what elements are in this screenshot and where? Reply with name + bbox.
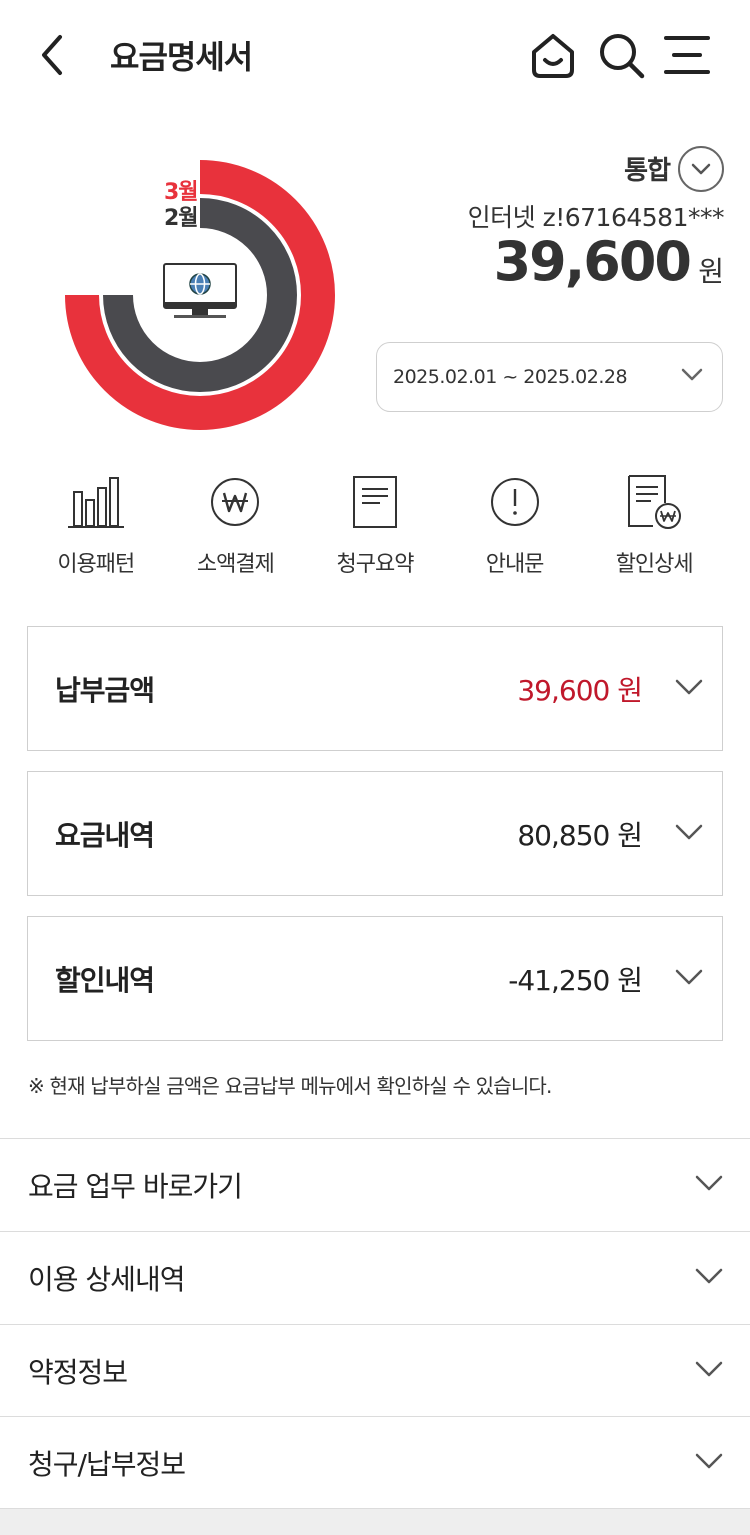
quick-bill-summary-label: 청구요약 (336, 552, 415, 577)
search-button[interactable] (594, 28, 648, 82)
payment-notice: ※ 현재 납부하실 금액은 요금납부 메뉴에서 확인하실 수 있습니다. (28, 1074, 552, 1098)
chevron-down-icon (675, 824, 703, 840)
app-header: 요금명세서 (0, 0, 750, 110)
back-button[interactable] (28, 28, 76, 82)
billing-period-select[interactable]: 2025.02.01 ~ 2025.02.28 (376, 342, 723, 412)
card-charge-detail-title: 요금내역 (55, 818, 155, 852)
home-icon (532, 34, 574, 78)
page-title: 요금명세서 (110, 38, 253, 76)
usage-donut: 3월 2월 (60, 160, 340, 430)
menu-icon (664, 36, 710, 74)
discount-document-icon (628, 475, 682, 529)
card-charge-detail[interactable]: 요금내역 80,850 원 (27, 771, 723, 896)
quick-micropayment-label: 소액결제 (196, 552, 275, 577)
total-amount: 39,600 (493, 230, 692, 293)
section-usage-detail-label: 이용 상세내역 (28, 1263, 185, 1296)
card-charge-detail-value: 80,850 원 (517, 818, 643, 852)
quick-notice-label: 안내문 (485, 552, 545, 577)
chevron-down-icon (695, 1361, 723, 1377)
section-contract-info-label: 약정정보 (28, 1356, 128, 1389)
chevron-down-icon (695, 1175, 723, 1191)
quick-usage-pattern-label: 이용패턴 (57, 552, 135, 577)
section-billing-payment-info-label: 청구/납부정보 (28, 1448, 186, 1481)
bottom-spacer (0, 1508, 750, 1535)
bar-chart-icon (67, 477, 124, 528)
billing-period-text: 2025.02.01 ~ 2025.02.28 (393, 366, 628, 388)
section-contract-info[interactable]: 약정정보 (0, 1324, 750, 1417)
total-amount-unit: 원 (698, 255, 724, 288)
account-number: 인터넷 z!67164581*** (467, 203, 725, 232)
service-select-button[interactable] (678, 146, 724, 192)
chevron-down-icon (691, 163, 711, 175)
card-discount-detail-title: 할인내역 (55, 963, 155, 997)
won-circle-icon (211, 478, 260, 526)
quick-notice[interactable]: 안내문 (445, 470, 585, 590)
internet-monitor-icon (163, 263, 237, 318)
quick-discount-detail[interactable]: 할인상세 (584, 470, 724, 590)
chevron-down-icon (675, 969, 703, 985)
quick-usage-pattern[interactable]: 이용패턴 (26, 470, 166, 590)
quick-discount-detail-label: 할인상세 (615, 552, 694, 577)
chevron-down-icon (675, 679, 703, 695)
section-billing-payment-info[interactable]: 청구/납부정보 (0, 1416, 750, 1509)
menu-button[interactable] (660, 28, 714, 82)
document-icon (352, 476, 397, 528)
card-discount-detail-value: -41,250 원 (508, 963, 643, 997)
search-icon (600, 34, 645, 79)
chevron-down-icon (695, 1453, 723, 1469)
section-billing-shortcuts-label: 요금 업무 바로가기 (28, 1170, 243, 1203)
info-circle-icon (490, 478, 539, 526)
section-usage-detail[interactable]: 이용 상세내역 (0, 1231, 750, 1324)
legend-february: 2월 (164, 206, 199, 231)
quick-menu: 이용패턴 소액결제 청구요약 안내문 할인상세 (26, 470, 724, 590)
card-payment-amount-title: 납부금액 (55, 673, 155, 707)
service-type-label: 통합 (624, 156, 671, 186)
home-button[interactable] (526, 28, 580, 82)
card-payment-amount[interactable]: 납부금액 39,600 원 (27, 626, 723, 751)
quick-micropayment[interactable]: 소액결제 (166, 470, 306, 590)
quick-bill-summary[interactable]: 청구요약 (305, 470, 445, 590)
back-icon (42, 35, 62, 75)
donut-chart (65, 160, 335, 430)
section-billing-shortcuts[interactable]: 요금 업무 바로가기 (0, 1138, 750, 1231)
card-discount-detail[interactable]: 할인내역 -41,250 원 (27, 916, 723, 1041)
card-payment-amount-value: 39,600 원 (517, 673, 643, 707)
chevron-down-icon (681, 368, 703, 381)
chevron-down-icon (695, 1268, 723, 1284)
